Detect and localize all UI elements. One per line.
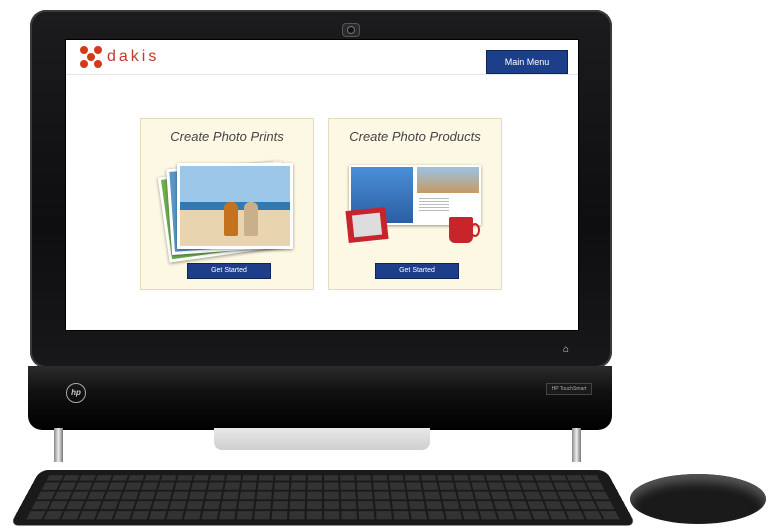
touchsmart-badge: HP TouchSmart [546,383,592,395]
photo-products-illustration [345,161,485,257]
card-title: Create Photo Products [349,129,481,144]
hp-logo: hp [66,383,86,403]
get-started-products-button[interactable]: Get Started [375,263,459,279]
screen: dakis Main Menu Create Photo Prints Get … [66,40,578,330]
home-icon[interactable]: ⌂ [563,345,573,355]
stand-leg-left [54,428,63,462]
main-menu-button[interactable]: Main Menu [486,50,568,74]
dakis-logo: dakis [80,46,159,68]
photo-mug-image [449,217,480,243]
card-title: Create Photo Prints [170,129,284,144]
keyboard [9,470,637,526]
app-header: dakis Main Menu [66,40,578,75]
photo-prints-illustration [157,157,295,263]
stand-base [214,428,430,450]
mouse [630,474,766,524]
monitor-base [28,366,612,430]
logo-text: dakis [107,48,160,65]
create-photo-prints-card[interactable]: Create Photo Prints Get Started [140,118,314,290]
create-photo-products-card[interactable]: Create Photo Products Get Started [328,118,502,290]
dakis-logo-icon [80,46,102,68]
stand-leg-right [572,428,581,462]
get-started-prints-button[interactable]: Get Started [187,263,271,279]
photo-frame-image [345,206,389,244]
webcam-icon [342,23,360,37]
